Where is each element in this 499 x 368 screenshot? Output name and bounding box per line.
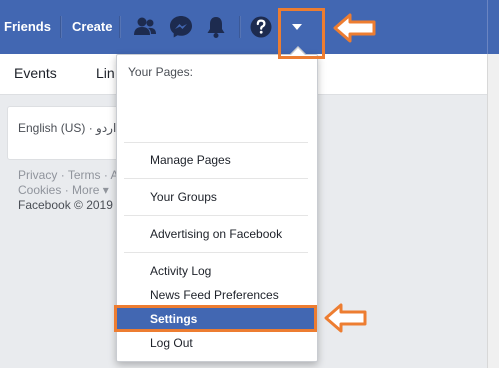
nav-divider [239, 16, 241, 38]
annotation-arrow-icon [333, 13, 376, 43]
menu-item-your-groups[interactable]: Your Groups [150, 190, 217, 204]
settings-highlight-box [114, 305, 317, 332]
menu-item-activity-log[interactable]: Activity Log [150, 264, 211, 278]
nav-divider [119, 16, 121, 38]
menu-item-advertising[interactable]: Advertising on Facebook [150, 227, 282, 241]
cookies-link[interactable]: Cookies [18, 183, 61, 197]
create-link[interactable]: Create [72, 19, 112, 34]
annotation-arrow-icon [324, 303, 367, 333]
terms-link[interactable]: Terms [68, 168, 101, 182]
menu-item-log-out[interactable]: Log Out [150, 336, 193, 350]
scrollbar-track[interactable] [487, 54, 499, 368]
menu-divider [124, 215, 308, 216]
privacy-link[interactable]: Privacy [18, 168, 57, 182]
language-options[interactable]: English (US) · اردو [18, 121, 116, 135]
window-edge [487, 0, 499, 54]
more-caret-icon: ▾ [102, 183, 109, 197]
friend-requests-icon[interactable] [131, 13, 159, 41]
menu-item-manage-pages[interactable]: Manage Pages [150, 153, 231, 167]
more-link[interactable]: More [72, 183, 99, 197]
friends-link[interactable]: Friends [4, 19, 51, 34]
nav-divider [60, 16, 62, 38]
menu-divider [124, 178, 308, 179]
your-pages-header: Your Pages: [128, 65, 193, 79]
messenger-icon[interactable] [167, 13, 195, 41]
menu-item-news-feed-preferences[interactable]: News Feed Preferences [150, 288, 279, 302]
page-footer: Privacy · Terms · A Cookies · More ▾ Fac… [18, 168, 119, 212]
caret-highlight-box [278, 8, 325, 59]
menu-divider [124, 252, 308, 253]
tab-partial[interactable]: Lin [96, 65, 115, 81]
copyright-text: Facebook © 2019 [18, 198, 113, 212]
top-navigation-bar: Friends Create [0, 0, 499, 54]
tab-events[interactable]: Events [14, 65, 57, 81]
notifications-icon[interactable] [202, 13, 230, 41]
help-icon[interactable] [247, 13, 275, 41]
menu-divider [124, 142, 308, 143]
